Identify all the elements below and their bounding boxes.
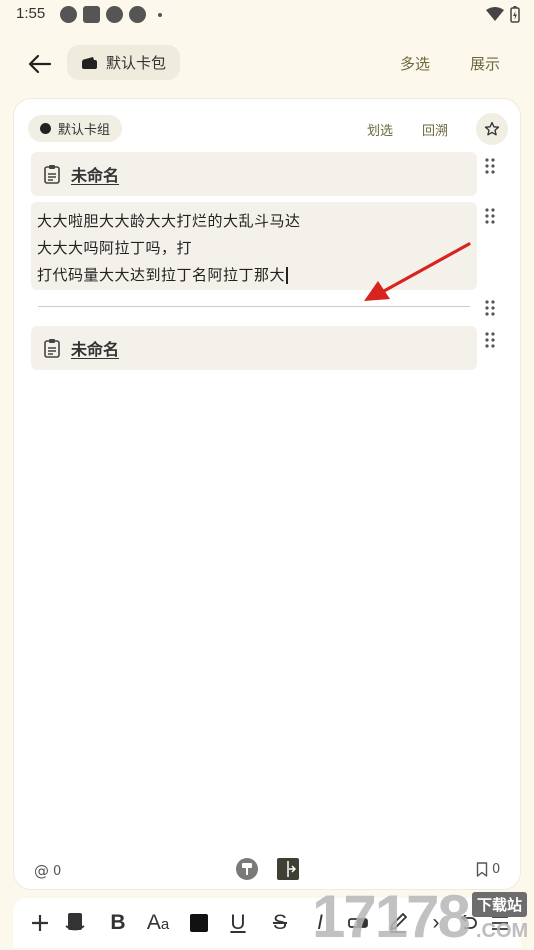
- mentions-button[interactable]: @ 0: [34, 862, 61, 880]
- title-block[interactable]: 未命名: [31, 326, 477, 370]
- watermark-site: 下载站: [472, 892, 528, 917]
- note-card: 默认卡组 划选 回溯 未命名 大大啦胆大大龄大大打烂的大乱斗马达 大大大吗阿拉丁…: [13, 98, 521, 890]
- bookmark-icon: [476, 862, 488, 877]
- clipboard-icon: [44, 339, 60, 358]
- notification-icon: [106, 6, 123, 23]
- card-stack-icon: [65, 913, 85, 931]
- arrow-left-icon: [28, 54, 52, 74]
- bookmarks-button[interactable]: 0: [476, 862, 500, 877]
- site-watermark: 17178 下载站 .COM: [312, 884, 534, 950]
- show-button[interactable]: 展示: [470, 53, 500, 74]
- drag-handle-icon[interactable]: [484, 300, 496, 316]
- group-label: 默认卡组: [58, 123, 111, 138]
- strikethrough-button[interactable]: S: [265, 908, 295, 938]
- text-color-button[interactable]: [184, 908, 214, 938]
- drag-handle-icon[interactable]: [484, 208, 496, 224]
- wallet-selector[interactable]: 默认卡包: [67, 45, 181, 80]
- star-icon: [484, 121, 500, 136]
- watermark-digits: 17178: [312, 883, 471, 950]
- plus-icon: [32, 915, 48, 931]
- top-app-bar: 默认卡包 多选 展示: [0, 40, 534, 86]
- trace-back-button[interactable]: 回溯: [422, 120, 448, 139]
- multi-select-button[interactable]: 多选: [400, 53, 430, 74]
- status-time: 1:55: [16, 5, 46, 22]
- system-icons: [486, 6, 520, 23]
- divider-block[interactable]: [38, 306, 470, 307]
- split-view-button[interactable]: [277, 858, 299, 880]
- text-line: 大大啦胆大大龄大大打烂的大乱斗马达: [37, 212, 301, 230]
- app-notification-icon: [83, 6, 100, 23]
- font-size-icon: Aa: [146, 911, 170, 934]
- drag-handle-icon[interactable]: [484, 158, 496, 174]
- swipe-select-button[interactable]: 划选: [367, 120, 393, 139]
- mentions-count: 0: [53, 863, 62, 879]
- wallet-icon: [82, 56, 97, 69]
- notification-icons: [60, 6, 162, 23]
- split-arrow-icon: [287, 861, 296, 877]
- text-cursor: [286, 267, 288, 284]
- title-block[interactable]: 未命名: [31, 152, 477, 196]
- battery-icon: [510, 6, 520, 23]
- back-button[interactable]: [24, 48, 56, 80]
- status-bar: 1:55: [0, 0, 534, 30]
- card-template-button[interactable]: [60, 908, 90, 938]
- wallet-label: 默认卡包: [106, 54, 167, 72]
- bold-icon: B: [110, 911, 126, 934]
- underline-button[interactable]: U: [223, 908, 253, 938]
- add-block-button[interactable]: [25, 908, 55, 938]
- brush-icon: [242, 863, 252, 875]
- underline-icon: U: [230, 911, 246, 934]
- color-square-icon: [190, 914, 208, 932]
- notification-icon: [129, 6, 146, 23]
- font-size-button[interactable]: Aa: [143, 908, 173, 938]
- bold-button[interactable]: B: [103, 908, 133, 938]
- group-selector[interactable]: 默认卡组: [28, 115, 123, 142]
- clipboard-icon: [44, 165, 60, 184]
- strikethrough-icon: S: [272, 911, 287, 934]
- drag-handle-icon[interactable]: [484, 332, 496, 348]
- group-color-dot-icon: [40, 123, 51, 134]
- style-button[interactable]: [236, 858, 258, 880]
- more-notifications-icon: [158, 12, 162, 17]
- favorite-button[interactable]: [476, 113, 508, 145]
- red-arrow-annotation-icon: [364, 242, 471, 301]
- wifi-icon: [486, 7, 504, 21]
- block-title-text: 未命名: [71, 340, 120, 359]
- notification-icon: [60, 6, 77, 23]
- at-icon: @: [34, 862, 49, 880]
- block-title-text: 未命名: [71, 166, 120, 185]
- bookmarks-count: 0: [492, 862, 501, 877]
- watermark-suffix: .COM: [476, 920, 529, 942]
